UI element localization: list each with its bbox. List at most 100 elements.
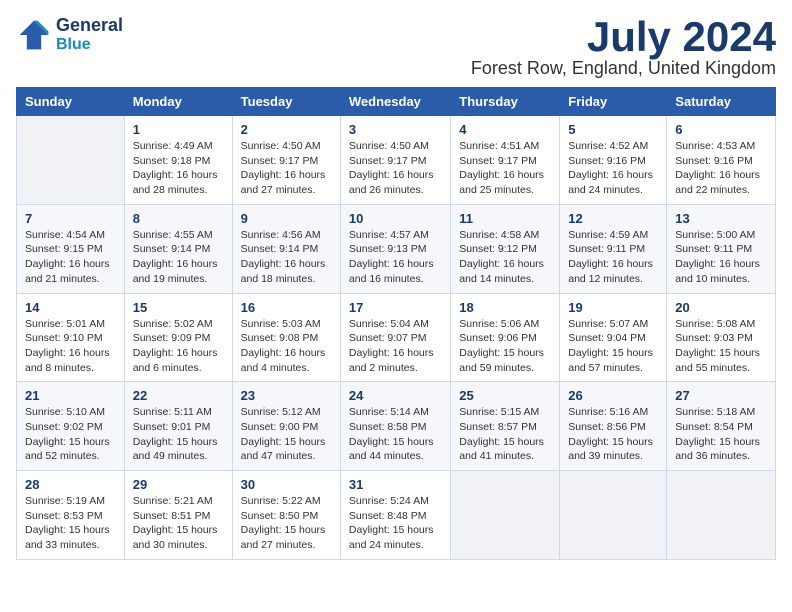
day-number: 1 [133, 122, 224, 137]
cell-info: Sunrise: 4:58 AM Sunset: 9:12 PM Dayligh… [459, 228, 551, 287]
calendar-cell: 30 Sunrise: 5:22 AM Sunset: 8:50 PM Dayli… [232, 471, 340, 560]
cell-info: Sunrise: 4:57 AM Sunset: 9:13 PM Dayligh… [349, 228, 442, 287]
calendar-cell: 16Sunrise: 5:03 AM Sunset: 9:08 PM Dayli… [232, 293, 340, 382]
day-number: 23 [241, 388, 332, 403]
calendar-cell [560, 471, 667, 560]
week-row-1: 1Sunrise: 4:49 AM Sunset: 9:18 PM Daylig… [17, 116, 776, 205]
cell-info: Sunrise: 5:18 AM Sunset: 8:54 PM Dayligh… [675, 405, 767, 464]
day-number: 29 [133, 477, 224, 492]
calendar-cell: 12 Sunrise: 4:59 AM Sunset: 9:11 PM Dayli… [560, 204, 667, 293]
title-area: July 2024 Forest Row, England, United Ki… [471, 16, 776, 79]
cell-info: Sunrise: 5:22 AM Sunset: 8:50 PM Dayligh… [241, 494, 332, 553]
cell-info: Sunrise: 4:50 AM Sunset: 9:17 PM Dayligh… [241, 139, 332, 198]
day-header-friday: Friday [560, 88, 667, 116]
calendar-cell: 4 Sunrise: 4:51 AM Sunset: 9:17 PM Daylig… [451, 116, 560, 205]
cell-info: Sunrise: 5:06 AM Sunset: 9:06 PM Dayligh… [459, 317, 551, 376]
cell-info: Sunrise: 5:21 AM Sunset: 8:51 PM Dayligh… [133, 494, 224, 553]
calendar-cell [17, 116, 125, 205]
calendar-cell: 24 Sunrise: 5:14 AM Sunset: 8:58 PM Dayli… [340, 382, 450, 471]
day-number: 25 [459, 388, 551, 403]
calendar-cell: 13Sunrise: 5:00 AM Sunset: 9:11 PM Dayli… [667, 204, 776, 293]
cell-info: Sunrise: 5:12 AM Sunset: 9:00 PM Dayligh… [241, 405, 332, 464]
calendar-cell: 9Sunrise: 4:56 AM Sunset: 9:14 PM Daylig… [232, 204, 340, 293]
day-header-sunday: Sunday [17, 88, 125, 116]
page-header: General Blue July 2024 Forest Row, Engla… [16, 16, 776, 79]
day-header-monday: Monday [124, 88, 232, 116]
cell-info: Sunrise: 4:54 AM Sunset: 9:15 PM Dayligh… [25, 228, 116, 287]
cell-info: Sunrise: 5:01 AM Sunset: 9:10 PM Dayligh… [25, 317, 116, 376]
day-number: 6 [675, 122, 767, 137]
calendar-cell: 7Sunrise: 4:54 AM Sunset: 9:15 PM Daylig… [17, 204, 125, 293]
week-row-4: 21 Sunrise: 5:10 AM Sunset: 9:02 PM Dayli… [17, 382, 776, 471]
cell-info: Sunrise: 5:19 AM Sunset: 8:53 PM Dayligh… [25, 494, 116, 553]
calendar-cell: 28 Sunrise: 5:19 AM Sunset: 8:53 PM Dayli… [17, 471, 125, 560]
day-number: 18 [459, 300, 551, 315]
cell-info: Sunrise: 5:24 AM Sunset: 8:48 PM Dayligh… [349, 494, 442, 553]
day-number: 28 [25, 477, 116, 492]
calendar-cell: 10 Sunrise: 4:57 AM Sunset: 9:13 PM Dayli… [340, 204, 450, 293]
week-row-2: 7Sunrise: 4:54 AM Sunset: 9:15 PM Daylig… [17, 204, 776, 293]
cell-info: Sunrise: 4:55 AM Sunset: 9:14 PM Dayligh… [133, 228, 224, 287]
cell-info: Sunrise: 5:14 AM Sunset: 8:58 PM Dayligh… [349, 405, 442, 464]
calendar-cell: 25Sunrise: 5:15 AM Sunset: 8:57 PM Dayli… [451, 382, 560, 471]
cell-info: Sunrise: 5:11 AM Sunset: 9:01 PM Dayligh… [133, 405, 224, 464]
day-header-thursday: Thursday [451, 88, 560, 116]
day-number: 30 [241, 477, 332, 492]
day-number: 2 [241, 122, 332, 137]
day-number: 8 [133, 211, 224, 226]
cell-info: Sunrise: 5:16 AM Sunset: 8:56 PM Dayligh… [568, 405, 658, 464]
day-number: 10 [349, 211, 442, 226]
calendar-cell: 6Sunrise: 4:53 AM Sunset: 9:16 PM Daylig… [667, 116, 776, 205]
cell-info: Sunrise: 5:02 AM Sunset: 9:09 PM Dayligh… [133, 317, 224, 376]
day-number: 11 [459, 211, 551, 226]
cell-info: Sunrise: 5:00 AM Sunset: 9:11 PM Dayligh… [675, 228, 767, 287]
calendar-cell: 8 Sunrise: 4:55 AM Sunset: 9:14 PM Daylig… [124, 204, 232, 293]
calendar-cell [451, 471, 560, 560]
day-number: 4 [459, 122, 551, 137]
calendar-cell: 18 Sunrise: 5:06 AM Sunset: 9:06 PM Dayli… [451, 293, 560, 382]
location-title: Forest Row, England, United Kingdom [471, 58, 776, 79]
cell-info: Sunrise: 4:50 AM Sunset: 9:17 PM Dayligh… [349, 139, 442, 198]
day-number: 17 [349, 300, 442, 315]
cell-info: Sunrise: 4:59 AM Sunset: 9:11 PM Dayligh… [568, 228, 658, 287]
day-header-wednesday: Wednesday [340, 88, 450, 116]
calendar-cell: 15 Sunrise: 5:02 AM Sunset: 9:09 PM Dayli… [124, 293, 232, 382]
day-number: 14 [25, 300, 116, 315]
day-number: 3 [349, 122, 442, 137]
calendar-cell: 29 Sunrise: 5:21 AM Sunset: 8:51 PM Dayli… [124, 471, 232, 560]
calendar-cell: 1Sunrise: 4:49 AM Sunset: 9:18 PM Daylig… [124, 116, 232, 205]
day-number: 20 [675, 300, 767, 315]
logo: General Blue [16, 16, 123, 53]
cell-info: Sunrise: 4:51 AM Sunset: 9:17 PM Dayligh… [459, 139, 551, 198]
logo-text: General Blue [56, 16, 123, 53]
day-number: 27 [675, 388, 767, 403]
day-header-tuesday: Tuesday [232, 88, 340, 116]
calendar-cell: 5 Sunrise: 4:52 AM Sunset: 9:16 PM Daylig… [560, 116, 667, 205]
day-number: 15 [133, 300, 224, 315]
cell-info: Sunrise: 5:04 AM Sunset: 9:07 PM Dayligh… [349, 317, 442, 376]
header-row: SundayMondayTuesdayWednesdayThursdayFrid… [17, 88, 776, 116]
calendar-cell [667, 471, 776, 560]
week-row-5: 28 Sunrise: 5:19 AM Sunset: 8:53 PM Dayli… [17, 471, 776, 560]
day-number: 21 [25, 388, 116, 403]
day-number: 5 [568, 122, 658, 137]
calendar-cell: 14 Sunrise: 5:01 AM Sunset: 9:10 PM Dayli… [17, 293, 125, 382]
calendar-cell: 21 Sunrise: 5:10 AM Sunset: 9:02 PM Dayli… [17, 382, 125, 471]
calendar-cell: 3 Sunrise: 4:50 AM Sunset: 9:17 PM Daylig… [340, 116, 450, 205]
cell-info: Sunrise: 4:56 AM Sunset: 9:14 PM Dayligh… [241, 228, 332, 287]
cell-info: Sunrise: 4:52 AM Sunset: 9:16 PM Dayligh… [568, 139, 658, 198]
cell-info: Sunrise: 5:10 AM Sunset: 9:02 PM Dayligh… [25, 405, 116, 464]
logo-icon [16, 17, 52, 53]
day-number: 24 [349, 388, 442, 403]
calendar-cell: 11 Sunrise: 4:58 AM Sunset: 9:12 PM Dayli… [451, 204, 560, 293]
week-row-3: 14 Sunrise: 5:01 AM Sunset: 9:10 PM Dayli… [17, 293, 776, 382]
day-number: 16 [241, 300, 332, 315]
day-header-saturday: Saturday [667, 88, 776, 116]
calendar-cell: 22Sunrise: 5:11 AM Sunset: 9:01 PM Dayli… [124, 382, 232, 471]
day-number: 12 [568, 211, 658, 226]
calendar-cell: 27 Sunrise: 5:18 AM Sunset: 8:54 PM Dayli… [667, 382, 776, 471]
cell-info: Sunrise: 5:08 AM Sunset: 9:03 PM Dayligh… [675, 317, 767, 376]
day-number: 19 [568, 300, 658, 315]
calendar-cell: 23 Sunrise: 5:12 AM Sunset: 9:00 PM Dayli… [232, 382, 340, 471]
cell-info: Sunrise: 5:07 AM Sunset: 9:04 PM Dayligh… [568, 317, 658, 376]
